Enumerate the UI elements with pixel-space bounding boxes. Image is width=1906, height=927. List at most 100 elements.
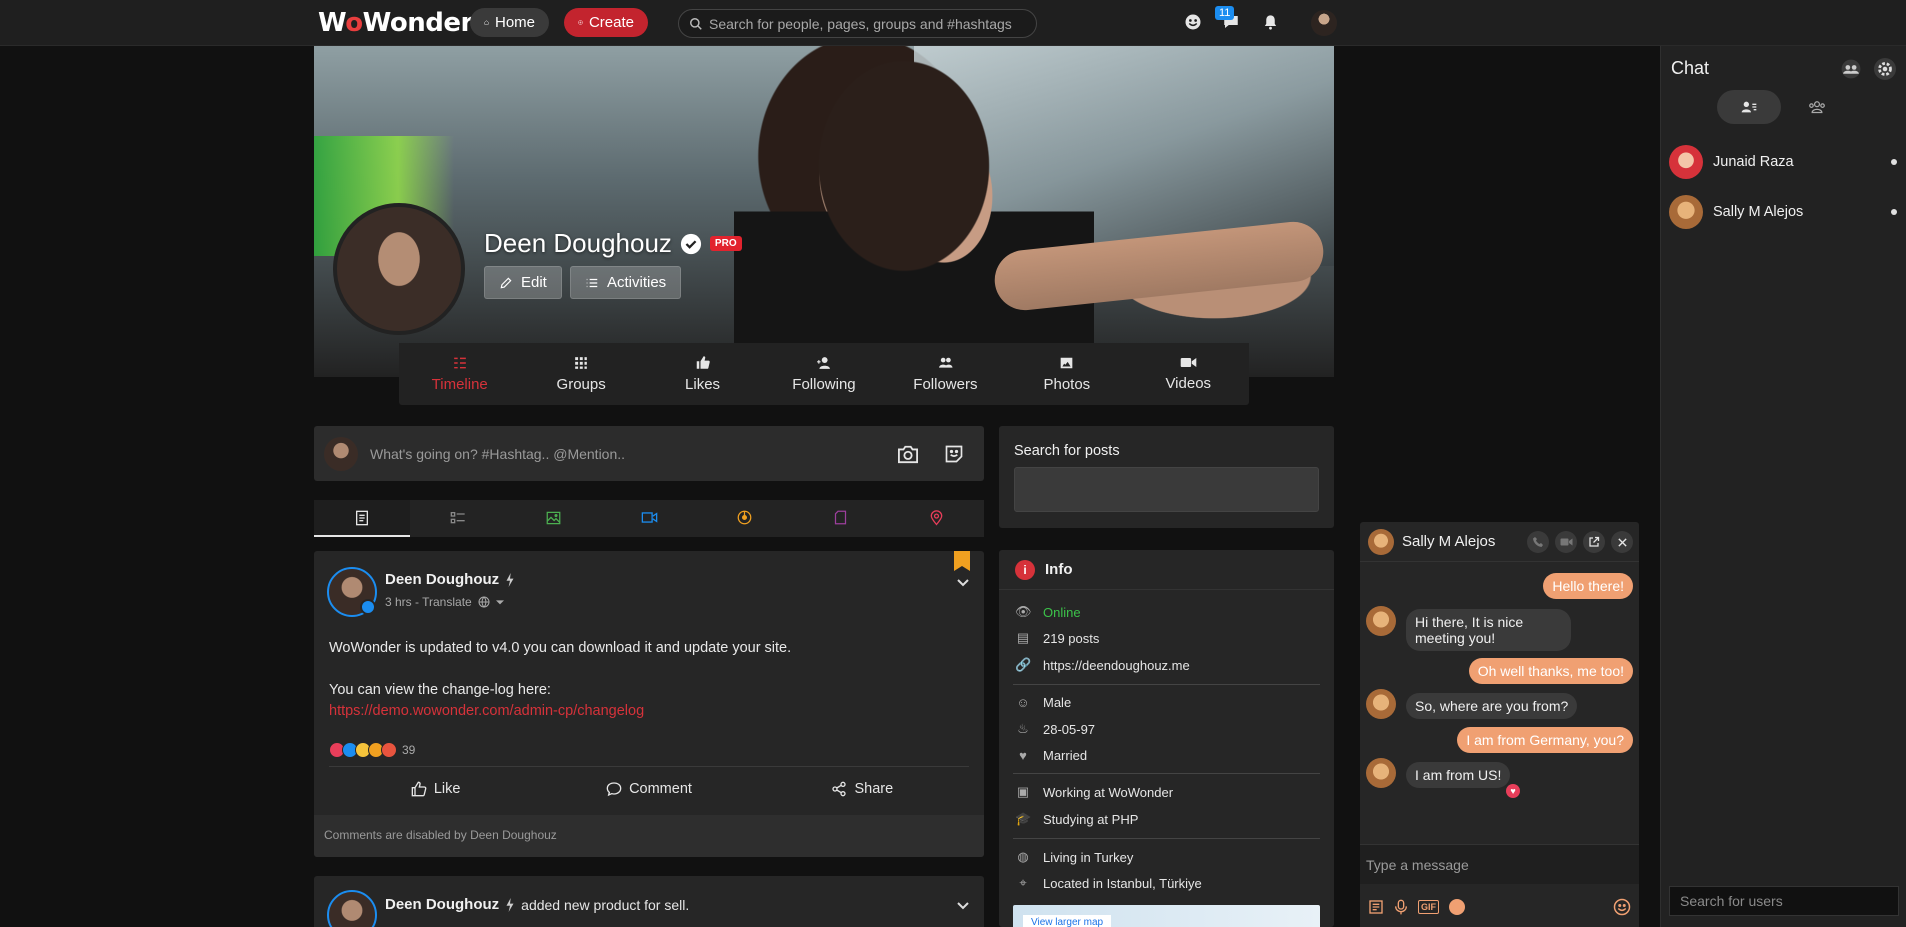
chat-window-header[interactable]: Sally M Alejos bbox=[1360, 522, 1639, 562]
chat-user-item[interactable]: Junaid Raza bbox=[1669, 145, 1899, 179]
tab-chat-users[interactable] bbox=[1717, 90, 1781, 124]
logo-prefix: W bbox=[318, 8, 346, 38]
emoji-face-icon[interactable] bbox=[1182, 11, 1204, 33]
share-button[interactable]: Share bbox=[756, 767, 969, 811]
post-time: 3 hrs - Translate bbox=[385, 595, 472, 609]
post-body: WoWonder is updated to v4.0 you can down… bbox=[329, 638, 791, 722]
tab-videos[interactable]: Videos bbox=[1128, 343, 1249, 405]
like-label: Like bbox=[433, 781, 461, 797]
info-website[interactable]: 🔗 https://deendoughouz.me bbox=[1015, 657, 1190, 673]
search-posts-input[interactable] bbox=[1014, 467, 1319, 512]
caret-down-icon[interactable] bbox=[495, 598, 504, 606]
bookmark-icon[interactable] bbox=[954, 551, 970, 571]
create-button[interactable]: Create bbox=[564, 8, 648, 37]
post2-options-chevron-icon[interactable] bbox=[957, 902, 969, 910]
groups-icon bbox=[575, 356, 587, 369]
attach-file-icon[interactable] bbox=[1368, 899, 1384, 915]
comment-icon bbox=[606, 782, 622, 797]
post-author[interactable]: Deen Doughouz bbox=[385, 571, 515, 588]
post2-author-avatar[interactable] bbox=[327, 890, 377, 927]
posts-icon: ▤ bbox=[1016, 630, 1030, 645]
post-line-2: You can view the change-log here: bbox=[329, 682, 551, 698]
tab-followers-label: Followers bbox=[913, 375, 978, 393]
edit-button[interactable]: Edit bbox=[484, 266, 562, 299]
tab-timeline[interactable]: Timeline bbox=[399, 343, 520, 405]
post-actions: Like Comment Share bbox=[329, 766, 969, 811]
chat-user-name: Sally M Alejos bbox=[1713, 204, 1804, 220]
post-composer[interactable]: What's going on? #Hashtag.. @Mention.. bbox=[314, 426, 984, 481]
profile-avatar[interactable] bbox=[333, 203, 465, 335]
tab-likes[interactable]: Likes bbox=[642, 343, 763, 405]
popout-icon[interactable] bbox=[1583, 531, 1605, 553]
face-icon: ☺ bbox=[1016, 695, 1030, 710]
user-avatar[interactable] bbox=[1311, 10, 1337, 36]
filter-photos[interactable] bbox=[505, 500, 601, 537]
message-avatar bbox=[1366, 758, 1396, 788]
reaction-summary[interactable]: 39 bbox=[329, 742, 415, 758]
home-button[interactable]: Home bbox=[470, 8, 549, 37]
bell-icon[interactable] bbox=[1259, 11, 1281, 33]
tab-groups[interactable]: Groups bbox=[520, 343, 641, 405]
tab-photos[interactable]: Photos bbox=[1006, 343, 1127, 405]
filter-text[interactable] bbox=[410, 500, 506, 537]
camera-icon[interactable] bbox=[897, 444, 919, 464]
top-search-input[interactable] bbox=[709, 15, 1029, 32]
create-label: Create bbox=[588, 14, 634, 31]
search-users-input[interactable] bbox=[1669, 886, 1899, 916]
info-icon: i bbox=[1015, 559, 1035, 580]
reaction-count: 39 bbox=[402, 743, 416, 757]
info-divider bbox=[1013, 838, 1320, 839]
view-larger-map-link[interactable]: View larger map bbox=[1023, 915, 1112, 927]
post-line-1: WoWonder is updated to v4.0 you can down… bbox=[329, 640, 792, 656]
globe-icon[interactable] bbox=[478, 596, 490, 608]
info-birthday: ♨ 28-05-97 bbox=[1015, 721, 1095, 737]
info-living-text: Living in Turkey bbox=[1043, 849, 1134, 865]
filter-files[interactable] bbox=[793, 500, 889, 537]
tab-timeline-label: Timeline bbox=[431, 375, 488, 393]
info-website-text: https://deendoughouz.me bbox=[1043, 657, 1190, 673]
location-map[interactable]: View larger map bbox=[1013, 905, 1320, 927]
gif-button[interactable]: GIF bbox=[1418, 900, 1439, 914]
activities-button[interactable]: Activities bbox=[570, 266, 682, 299]
group-chat-icon[interactable] bbox=[1840, 58, 1862, 80]
tab-following[interactable]: Following bbox=[763, 343, 884, 405]
like-button[interactable]: Like bbox=[329, 767, 542, 811]
messages-badge: 11 bbox=[1215, 6, 1235, 20]
emoji-icon[interactable] bbox=[1613, 898, 1631, 916]
map-pin-icon: ⌖ bbox=[1019, 875, 1027, 890]
chat-user-item[interactable]: Sally M Alejos bbox=[1669, 195, 1899, 229]
pro-badge: PRO bbox=[709, 236, 742, 251]
verified-icon bbox=[680, 233, 702, 254]
filter-all[interactable] bbox=[314, 500, 410, 537]
comment-button[interactable]: Comment bbox=[542, 767, 755, 811]
filter-videos[interactable] bbox=[601, 500, 697, 537]
tab-followers[interactable]: Followers bbox=[885, 343, 1006, 405]
chat-title: Chat bbox=[1671, 58, 1710, 78]
post-link[interactable]: https://demo.wowonder.com/admin-cp/chang… bbox=[329, 701, 791, 722]
tab-chat-groups[interactable] bbox=[1785, 90, 1849, 124]
phone-icon[interactable] bbox=[1527, 531, 1549, 553]
message-in: So, where are you from? bbox=[1406, 693, 1578, 719]
sticker-icon[interactable] bbox=[944, 444, 964, 464]
verified-badge-icon bbox=[360, 599, 376, 615]
chat-user-avatar bbox=[1669, 145, 1703, 179]
gear-icon[interactable] bbox=[1874, 58, 1896, 80]
comments-disabled-note: Comments are disabled by Deen Doughouz bbox=[314, 815, 984, 857]
post2-author[interactable]: Deen Doughouz added new product for sell… bbox=[385, 896, 689, 913]
online-indicator bbox=[1891, 159, 1897, 165]
filter-music[interactable] bbox=[697, 500, 793, 537]
chat-message-input[interactable] bbox=[1360, 845, 1639, 884]
chat-tools: GIF bbox=[1360, 888, 1639, 926]
logo[interactable]: WoWonder bbox=[318, 8, 473, 38]
filter-places[interactable] bbox=[888, 500, 984, 537]
info-relationship: ♥ Married bbox=[1015, 748, 1087, 763]
video-call-icon[interactable] bbox=[1555, 531, 1577, 553]
thumbs-up-icon bbox=[696, 356, 710, 369]
microphone-icon[interactable] bbox=[1394, 899, 1408, 915]
chat-window-name: Sally M Alejos bbox=[1402, 533, 1496, 550]
info-title: Info bbox=[1045, 561, 1073, 578]
close-icon[interactable] bbox=[1611, 531, 1633, 553]
color-picker-icon[interactable] bbox=[1449, 899, 1465, 915]
post-options-chevron-icon[interactable] bbox=[957, 579, 969, 587]
home-icon bbox=[484, 20, 489, 25]
